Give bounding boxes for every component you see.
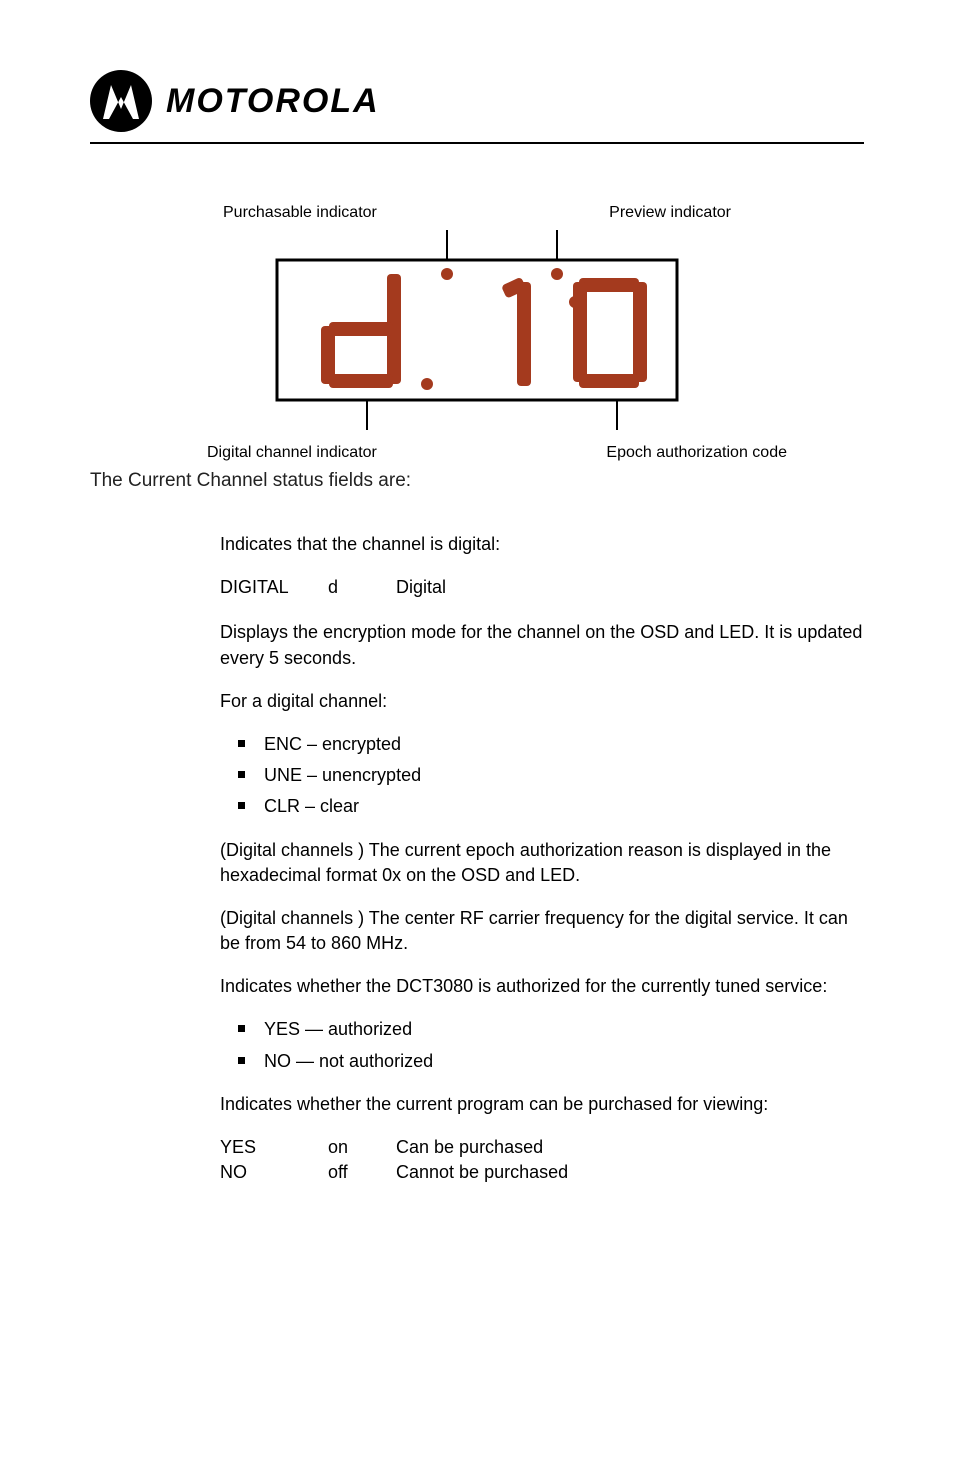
seven-seg-digit-0-icon: [573, 278, 647, 388]
digital-table: DIGITAL d Digital: [220, 575, 864, 600]
motorola-logo-icon: [90, 70, 152, 132]
cell-osd: DIGITAL: [220, 575, 300, 600]
led-diagram: Purchasable indicator Preview indicator: [217, 204, 737, 468]
intro-text: The Current Channel status fields are:: [90, 470, 864, 492]
for-digital-channel: For a digital channel:: [220, 689, 864, 714]
cell-desc: Can be purchased: [396, 1135, 864, 1160]
cell-led: d: [328, 575, 368, 600]
rf-frequency: (Digital channels ) The center RF carrie…: [220, 906, 864, 956]
seven-seg-d-icon: [321, 274, 401, 388]
cell-desc: Digital: [396, 575, 864, 600]
digital-intro: Indicates that the channel is digital:: [220, 532, 864, 557]
encryption-modes-list: ENC – encrypted UNE – unencrypted CLR – …: [220, 732, 864, 820]
diagram-top-labels: Purchasable indicator Preview indicator: [217, 204, 737, 222]
fields-block: Indicates that the channel is digital: D…: [220, 532, 864, 1185]
table-row: YES on Can be purchased: [220, 1135, 864, 1160]
digital-channel-indicator-label: Digital channel indicator: [207, 444, 377, 462]
list-item: ENC – encrypted: [220, 732, 864, 757]
encryption-desc: Displays the encryption mode for the cha…: [220, 620, 864, 670]
diagram-svg: [217, 230, 737, 440]
motorola-m-glyph: [99, 79, 143, 123]
cell-desc: Cannot be purchased: [396, 1160, 864, 1185]
purchase-table: YES on Can be purchased NO off Cannot be…: [220, 1135, 864, 1185]
epoch-authorization-code-label: Epoch authorization code: [606, 444, 787, 462]
list-item: UNE – unencrypted: [220, 763, 864, 788]
cell-led: on: [328, 1135, 368, 1160]
table-row: DIGITAL d Digital: [220, 575, 864, 600]
diagram-bottom-labels: Digital channel indicator Epoch authoriz…: [217, 444, 737, 468]
purchase-intro: Indicates whether the current program ca…: [220, 1092, 864, 1117]
auth-list: YES — authorized NO — not authorized: [220, 1017, 864, 1073]
document-page: MOTOROLA Purchasable indicator Preview i…: [0, 0, 954, 1475]
list-item: NO — not authorized: [220, 1049, 864, 1074]
cell-osd: NO: [220, 1160, 300, 1185]
preview-indicator-label: Preview indicator: [609, 204, 731, 222]
cell-osd: YES: [220, 1135, 300, 1160]
seven-seg-digit-1-icon: [501, 277, 531, 386]
purchasable-indicator-label: Purchasable indicator: [223, 204, 377, 222]
header-rule: [90, 142, 864, 144]
list-item: CLR – clear: [220, 794, 864, 819]
header-logo-row: MOTOROLA: [90, 70, 864, 132]
table-row: NO off Cannot be purchased: [220, 1160, 864, 1185]
cell-led: off: [328, 1160, 368, 1185]
brand-text: MOTOROLA: [166, 82, 380, 121]
epoch-reason: (Digital channels ) The current epoch au…: [220, 838, 864, 888]
auth-intro: Indicates whether the DCT3080 is authori…: [220, 974, 864, 999]
list-item: YES — authorized: [220, 1017, 864, 1042]
